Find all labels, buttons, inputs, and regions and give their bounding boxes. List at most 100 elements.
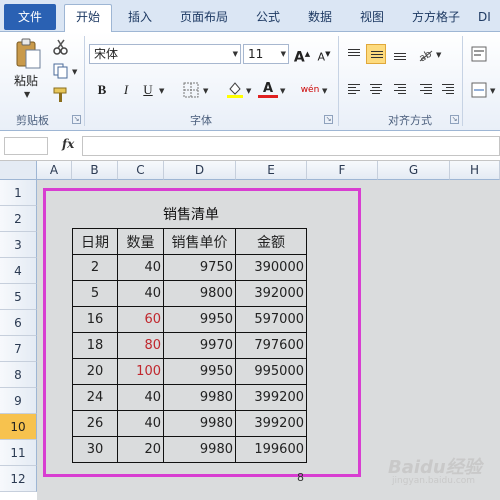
alignment-group-label: 对齐方式: [388, 114, 432, 127]
clipboard-launcher-icon[interactable]: ↘: [72, 115, 81, 124]
align-center-icon: [370, 84, 382, 96]
chevron-down-icon: ▼: [280, 50, 286, 58]
merge-center-icon[interactable]: [470, 81, 488, 99]
copy-icon[interactable]: [52, 62, 70, 80]
ribbon-separator: [338, 36, 339, 126]
tab-home[interactable]: 开始: [64, 4, 112, 33]
decrease-indent-button[interactable]: [416, 79, 436, 99]
underline-dropdown-icon[interactable]: ▼: [159, 87, 164, 95]
fill-color-icon[interactable]: [226, 80, 244, 98]
column-header-a[interactable]: A: [37, 161, 72, 180]
font-name-value: 宋体: [94, 47, 119, 61]
alignment-launcher-icon[interactable]: ↘: [450, 115, 459, 124]
shrink-font-label: A: [317, 50, 326, 64]
tab-page-layout[interactable]: 页面布局: [172, 5, 236, 32]
phonetic-dropdown-icon[interactable]: ▼: [322, 87, 327, 95]
row-header-7[interactable]: 7: [0, 336, 37, 362]
grid-line: [378, 180, 379, 500]
grow-font-label: A: [293, 49, 305, 66]
column-header-c[interactable]: C: [118, 161, 164, 180]
fill-color-dropdown-icon[interactable]: ▼: [246, 87, 251, 95]
ribbon-separator: [462, 36, 463, 126]
align-top-button[interactable]: [344, 44, 364, 64]
row-header-10[interactable]: 10: [0, 414, 37, 440]
watermark-url: jingyan.baidu.com: [392, 476, 476, 486]
align-bottom-icon: [394, 53, 406, 62]
font-color-dropdown-icon[interactable]: ▼: [280, 87, 285, 95]
underline-button[interactable]: U: [138, 80, 158, 100]
increase-indent-button[interactable]: [438, 79, 458, 99]
column-header-h[interactable]: H: [450, 161, 500, 180]
align-right-button[interactable]: [390, 79, 410, 99]
shrink-font-button[interactable]: A▼: [314, 44, 334, 64]
align-left-button[interactable]: [344, 79, 364, 99]
copy-dropdown-icon[interactable]: ▼: [72, 68, 77, 76]
align-right-icon: [394, 84, 406, 96]
paste-dropdown-icon[interactable]: ▼: [24, 90, 30, 99]
paste-button-label[interactable]: 粘贴: [14, 72, 38, 89]
chevron-down-icon: ▼: [232, 50, 238, 58]
row-header-2[interactable]: 2: [0, 206, 37, 232]
tab-formulas[interactable]: 公式: [248, 5, 288, 32]
insert-function-button[interactable]: fx: [62, 137, 74, 151]
clipboard-group-label: 剪贴板: [16, 114, 49, 127]
column-header-e[interactable]: E: [236, 161, 307, 180]
orientation-icon[interactable]: ab: [416, 45, 434, 63]
align-center-button[interactable]: [366, 79, 386, 99]
borders-icon[interactable]: [182, 81, 200, 99]
italic-button[interactable]: I: [116, 80, 136, 100]
row-header-4[interactable]: 4: [0, 258, 37, 284]
column-header-b[interactable]: B: [72, 161, 118, 180]
decrease-indent-icon: [420, 84, 432, 96]
row-header-1[interactable]: 1: [0, 180, 37, 206]
tab-more[interactable]: DI: [478, 5, 500, 32]
row-header-6[interactable]: 6: [0, 310, 37, 336]
font-size-select[interactable]: 11 ▼: [243, 44, 289, 64]
row-header-12[interactable]: 12: [0, 466, 37, 492]
font-name-select[interactable]: 宋体 ▼: [89, 44, 241, 64]
align-top-icon: [348, 49, 360, 58]
highlight-box: [43, 188, 361, 477]
row-header-9[interactable]: 9: [0, 388, 37, 414]
cut-icon[interactable]: [52, 38, 70, 56]
row-header-5[interactable]: 5: [0, 284, 37, 310]
column-header-f[interactable]: F: [307, 161, 378, 180]
borders-dropdown-icon[interactable]: ▼: [203, 87, 208, 95]
grow-font-button[interactable]: A▲: [292, 44, 312, 66]
wrap-text-icon[interactable]: [470, 45, 488, 63]
paste-icon[interactable]: [14, 38, 42, 70]
column-header-g[interactable]: G: [378, 161, 450, 180]
ribbon-separator: [84, 36, 85, 126]
phonetic-button[interactable]: wén: [298, 80, 322, 100]
ribbon-home: 粘贴 ▼ ▼ 剪贴板 ↘ 宋体 ▼ 11 ▼ A▲ A▼ B I U ▼ ▼ ▼…: [0, 32, 500, 131]
row-header-11[interactable]: 11: [0, 440, 37, 466]
bold-button[interactable]: B: [92, 80, 112, 100]
select-all-corner[interactable]: [0, 161, 37, 180]
row-header-3[interactable]: 3: [0, 232, 37, 258]
ribbon-tab-bar: 文件 开始 插入 页面布局 公式 数据 视图 方方格子 DI: [0, 0, 500, 33]
formula-bar: fx: [0, 131, 500, 161]
tab-file[interactable]: 文件: [4, 4, 56, 30]
merge-dropdown-icon[interactable]: ▼: [490, 87, 495, 95]
tab-data[interactable]: 数据: [300, 5, 340, 32]
orientation-dropdown-icon[interactable]: ▼: [436, 51, 441, 59]
tab-addin[interactable]: 方方格子: [404, 5, 468, 32]
formula-input[interactable]: [82, 136, 500, 156]
font-color-button[interactable]: A: [258, 80, 278, 98]
align-bottom-button[interactable]: [390, 44, 410, 64]
font-size-value: 11: [248, 47, 264, 61]
name-box[interactable]: [4, 137, 48, 155]
format-painter-icon[interactable]: [52, 86, 70, 104]
grid-line: [450, 180, 451, 500]
increase-indent-icon: [442, 84, 454, 96]
tab-view[interactable]: 视图: [352, 5, 392, 32]
tab-insert[interactable]: 插入: [118, 5, 162, 32]
align-middle-button[interactable]: [366, 44, 386, 64]
row-header-8[interactable]: 8: [0, 362, 37, 388]
column-header-d[interactable]: D: [164, 161, 236, 180]
font-group-label: 字体: [190, 114, 212, 127]
align-left-icon: [348, 84, 360, 96]
font-launcher-icon[interactable]: ↘: [324, 115, 333, 124]
align-middle-icon: [371, 51, 383, 60]
page-number: 8: [297, 471, 304, 484]
